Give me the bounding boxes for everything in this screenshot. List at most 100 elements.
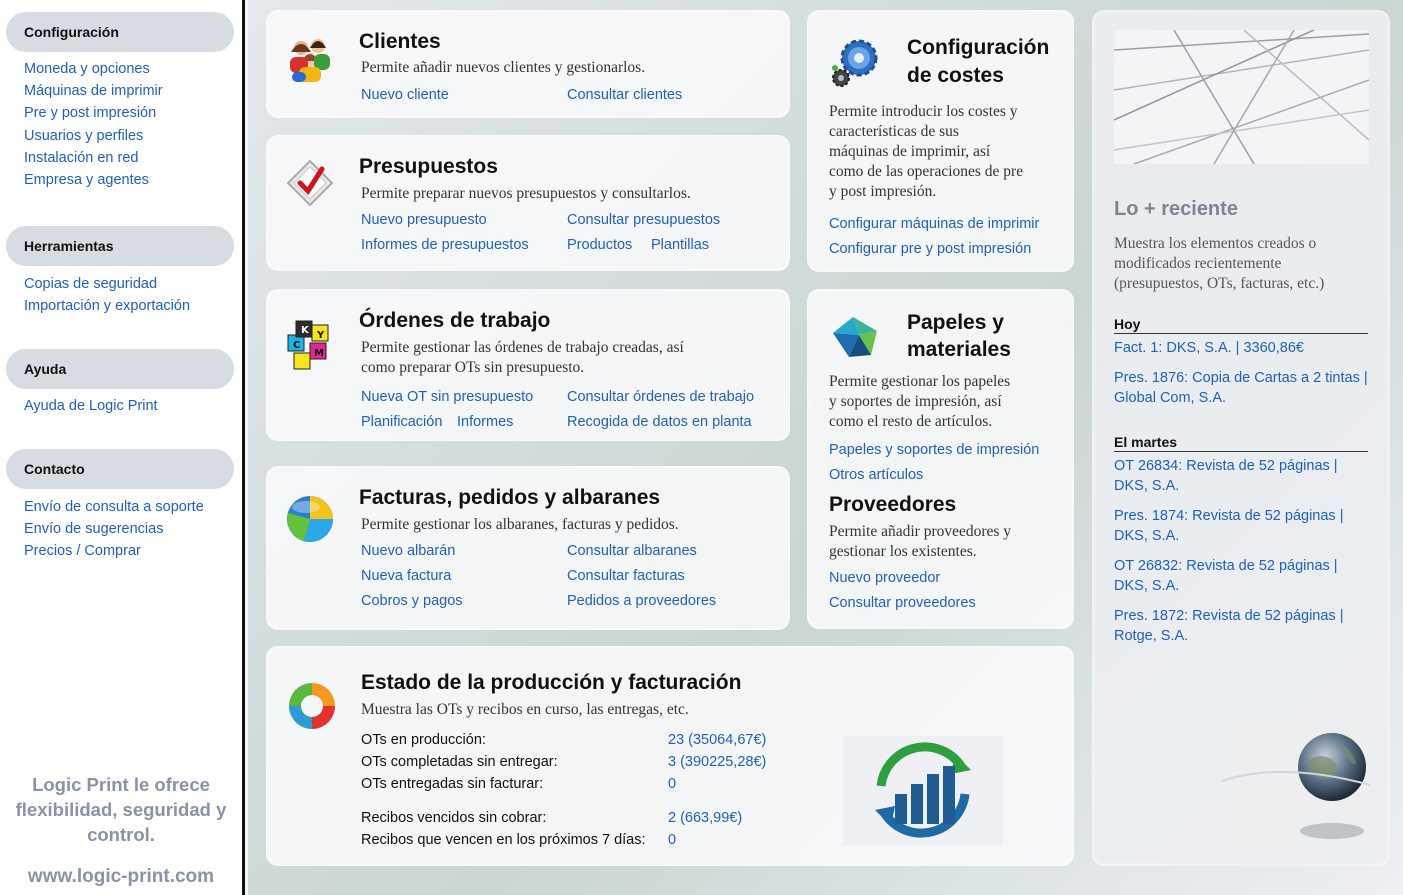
stat-value-recibos-vencidos[interactable]: 2 (663,99€) [668,810,742,826]
sidebar-link-precios[interactable]: Precios / Comprar [24,540,204,562]
abstract-lines-image [1114,30,1369,164]
papeles-desc-line-3: como el resto de artículos. [829,413,993,430]
plantillas-link[interactable]: Plantillas [651,236,709,254]
sidebar-header-herramientas: Herramientas [6,226,234,266]
presupuestos-checkmark-icon [284,157,336,209]
recent-desc-line-2: modificados recientemente [1114,255,1282,272]
cobros-pagos-link[interactable]: Cobros y pagos [361,592,463,610]
nuevo-cliente-link[interactable]: Nuevo cliente [361,86,449,104]
sidebar-link-empresa[interactable]: Empresa y agentes [24,169,163,191]
pedidos-proveedores-link[interactable]: Pedidos a proveedores [567,592,716,610]
ordenes-desc-line-2: como preparar OTs sin presupuesto. [361,359,585,376]
consultar-proveedores-link[interactable]: Consultar proveedores [829,594,976,612]
otros-articulos-link[interactable]: Otros artículos [829,466,923,484]
papeles-desc-line-1: Permite gestionar los papeles [829,373,1011,390]
recent-tuesday-item-1[interactable]: OT 26834: Revista de 52 páginas | DKS, S… [1114,456,1370,496]
sidebar: Configuración Moneda y opciones Máquinas… [0,0,245,895]
stat-value-ots-produccion[interactable]: 23 (35064,67€) [668,732,766,748]
card-ordenes: C K Y M Órdenes de trabajo Permite gesti… [266,289,790,441]
sidebar-link-maquinas[interactable]: Máquinas de imprimir [24,80,163,102]
sidebar-link-ayuda[interactable]: Ayuda de Logic Print [24,395,158,417]
production-chart-icon [843,736,1003,846]
sidebar-link-usuarios[interactable]: Usuarios y perfiles [24,125,163,147]
gears-icon [829,36,881,88]
sidebar-header-contacto: Contacto [6,449,234,489]
facturas-desc: Permite gestionar los albaranes, factura… [361,516,679,533]
sidebar-link-sugerencias[interactable]: Envío de sugerencias [24,518,204,540]
sidebar-links-ayuda: Ayuda de Logic Print [24,395,158,417]
nuevo-proveedor-link[interactable]: Nuevo proveedor [829,569,940,587]
recent-today-item-2[interactable]: Pres. 1876: Copia de Cartas a 2 tintas |… [1114,368,1370,408]
consultar-ordenes-link[interactable]: Consultar órdenes de trabajo [567,388,754,406]
stat-value-ots-completadas[interactable]: 3 (390225,28€) [668,754,766,770]
svg-text:M: M [314,348,324,359]
consultar-facturas-link[interactable]: Consultar facturas [567,567,685,585]
stat-value-recibos-proximos[interactable]: 0 [668,832,676,848]
recent-tuesday-item-4[interactable]: Pres. 1872: Revista de 52 páginas | Rotg… [1114,606,1370,646]
nuevo-presupuesto-link[interactable]: Nuevo presupuesto [361,211,487,229]
papeles-origami-icon [829,311,881,363]
nueva-factura-link[interactable]: Nueva factura [361,567,451,585]
facturas-chart-icon [284,493,336,545]
stat-value-ots-entregadas[interactable]: 0 [668,776,676,792]
costes-title-line-2: de costes [907,64,1004,87]
svg-text:C: C [293,340,300,351]
recent-desc-line-1: Muestra los elementos creados o [1114,235,1317,252]
sidebar-link-instalacion[interactable]: Instalación en red [24,147,163,169]
slogan-line-2: flexibilidad, seguridad y [15,799,227,820]
cmyk-icon: C K Y M [284,319,336,371]
card-clientes: Clientes Permite añadir nuevos clientes … [266,10,790,118]
recogida-datos-link[interactable]: Recogida de datos en planta [567,413,752,431]
nueva-ot-link[interactable]: Nueva OT sin presupuesto [361,388,533,406]
recent-tuesday-item-2[interactable]: Pres. 1874: Revista de 52 páginas | DKS,… [1114,506,1370,546]
stat-label-ots-entregadas: OTs entregadas sin facturar: [361,776,544,792]
sidebar-header-configuracion: Configuración [6,12,234,52]
informes-link[interactable]: Informes [457,413,513,431]
consultar-albaranes-link[interactable]: Consultar albaranes [567,542,697,560]
papeles-desc-line-2: y soportes de impresión, así [829,393,1002,410]
nuevo-albaran-link[interactable]: Nuevo albarán [361,542,455,560]
ordenes-desc-line-1: Permite gestionar las órdenes de trabajo… [361,339,684,356]
productos-link[interactable]: Productos [567,236,632,254]
proveedores-title: Proveedores [829,493,957,516]
configurar-pre-post-link[interactable]: Configurar pre y post impresión [829,240,1031,258]
sidebar-links-herramientas: Copias de seguridad Importación y export… [24,273,190,317]
card-facturas: Facturas, pedidos y albaranes Permite ge… [266,466,790,630]
stat-label-ots-completadas: OTs completadas sin entregar: [361,754,558,770]
sidebar-links-contacto: Envío de consulta a soporte Envío de sug… [24,496,204,563]
planificacion-link[interactable]: Planificación [361,413,442,431]
recent-desc-line-3: (presupuestos, OTs, facturas, etc.) [1114,275,1325,292]
recent-tuesday-header: El martes [1114,434,1368,452]
recent-title: Lo + reciente [1114,198,1238,220]
consultar-presupuestos-link[interactable]: Consultar presupuestos [567,211,720,229]
papeles-title-line-2: materiales [907,338,1011,361]
card-recent: Lo + reciente Muestra los elementos crea… [1092,10,1390,866]
costes-desc-line-1: Permite introducir los costes y [829,103,1018,120]
informes-presupuestos-link[interactable]: Informes de presupuestos [361,236,529,254]
costes-desc-line-3: máquinas de imprimir, así [829,143,991,160]
sidebar-links-configuracion: Moneda y opciones Máquinas de imprimir P… [24,58,163,191]
sidebar-link-moneda[interactable]: Moneda y opciones [24,58,163,80]
costes-desc-line-4: como de las operaciones de pre [829,163,1024,180]
clientes-desc: Permite añadir nuevos clientes y gestion… [361,59,646,76]
configurar-maquinas-link[interactable]: Configurar máquinas de imprimir [829,215,1039,233]
sidebar-header-ayuda: Ayuda [6,349,234,389]
card-papeles-proveedores: Papeles y materiales Permite gestionar l… [807,289,1074,629]
recent-tuesday-item-3[interactable]: OT 26832: Revista de 52 páginas | DKS, S… [1114,556,1370,596]
costes-title-line-1: Configuración [907,36,1050,59]
papeles-soportes-link[interactable]: Papeles y soportes de impresión [829,441,1039,459]
sidebar-link-importacion[interactable]: Importación y exportación [24,295,190,317]
stat-label-recibos-proximos: Recibos que vencen en los próximos 7 día… [361,832,646,848]
sidebar-link-pre-post[interactable]: Pre y post impresión [24,102,163,124]
card-costes: Configuración de costes Permite introduc… [807,10,1074,272]
slogan: Logic Print le ofrece flexibilidad, segu… [0,772,242,847]
sidebar-link-soporte[interactable]: Envío de consulta a soporte [24,496,204,518]
card-presupuestos: Presupuestos Permite preparar nuevos pre… [266,135,790,271]
main-area: Clientes Permite añadir nuevos clientes … [248,0,1403,895]
estado-title: Estado de la producción y facturación [361,671,742,694]
site-url[interactable]: www.logic-print.com [0,866,242,888]
recent-today-item-1[interactable]: Fact. 1: DKS, S.A. | 3360,86€ [1114,338,1370,358]
ordenes-title: Órdenes de trabajo [359,309,551,332]
sidebar-link-copias[interactable]: Copias de seguridad [24,273,190,295]
consultar-clientes-link[interactable]: Consultar clientes [567,86,682,104]
